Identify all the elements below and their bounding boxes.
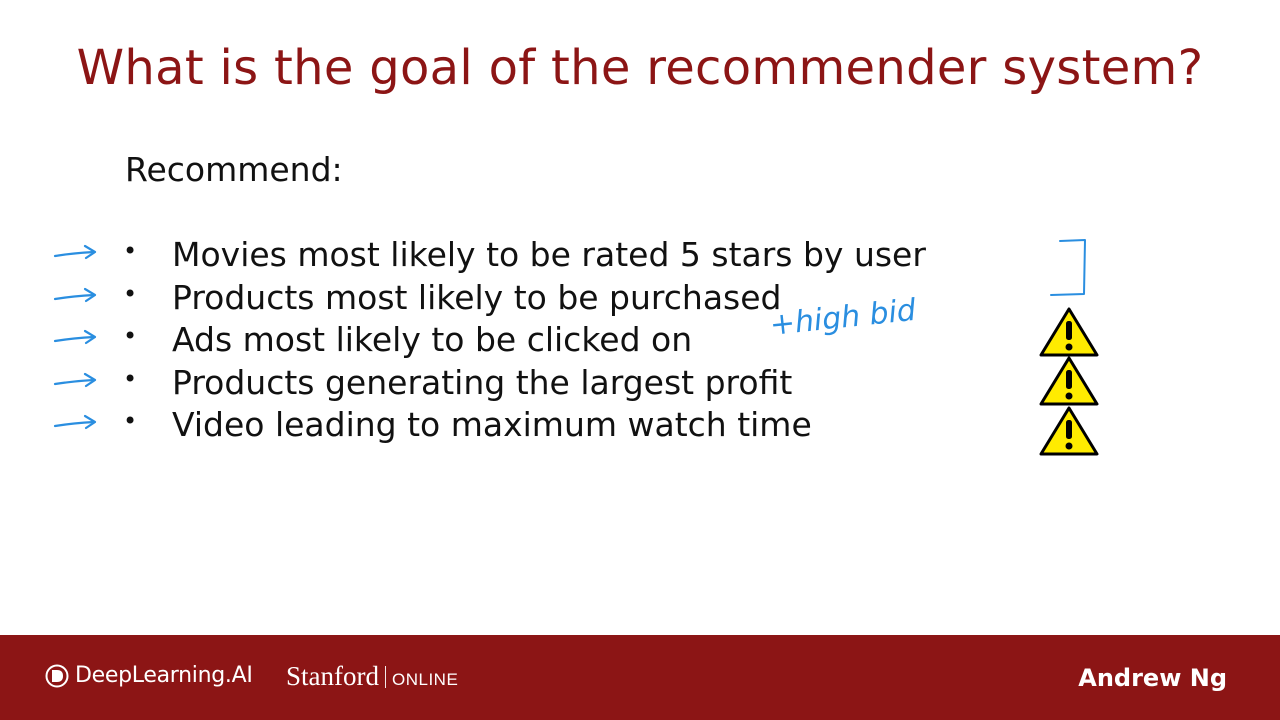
arrow-annotation-icon	[53, 372, 97, 387]
arrow-annotation-icon	[53, 330, 97, 345]
bullet-dot: •	[123, 407, 138, 436]
arrow-annotation-icon	[53, 287, 97, 302]
bullet-text: Products generating the largest profit	[172, 362, 793, 402]
stanford-logo-text: Stanford	[286, 661, 379, 691]
deeplearning-logo: DeepLearning.AI	[45, 663, 253, 688]
bullet-text: Movies most likely to be rated 5 stars b…	[172, 235, 926, 274]
warning-icon	[1039, 356, 1099, 406]
author-name: Andrew Ng	[1078, 664, 1227, 692]
warning-icon	[1039, 307, 1099, 357]
deeplearning-logo-text: DeepLearning.AI	[75, 663, 253, 688]
bullet-text: Video leading to maximum watch time	[172, 405, 812, 445]
bullet-dot: •	[123, 322, 138, 351]
slide-title: What is the goal of the recommender syst…	[76, 40, 1204, 96]
online-logo-text: ONLINE	[391, 670, 459, 689]
recommend-heading: Recommend:	[125, 150, 343, 189]
bullet-dot: •	[123, 237, 138, 265]
logo-divider	[384, 665, 386, 688]
footer-bar: DeepLearning.AI Stanford ONLINE Andrew N…	[0, 635, 1280, 720]
bullet-dot: •	[123, 364, 138, 393]
arrow-annotation-icon	[53, 244, 97, 260]
stanford-online-logo: Stanford ONLINE	[286, 661, 458, 692]
deeplearning-logo-icon	[45, 664, 69, 687]
warning-icon	[1039, 406, 1099, 456]
bullet-dot: •	[123, 279, 138, 308]
slide-content: What is the goal of the recommender syst…	[0, 0, 1280, 635]
bracket-annotation	[1050, 239, 1086, 296]
bullet-text: Ads most likely to be clicked on	[172, 320, 693, 360]
bullet-text: Products most likely to be purchased	[172, 277, 782, 317]
arrow-annotation-icon	[53, 415, 97, 430]
